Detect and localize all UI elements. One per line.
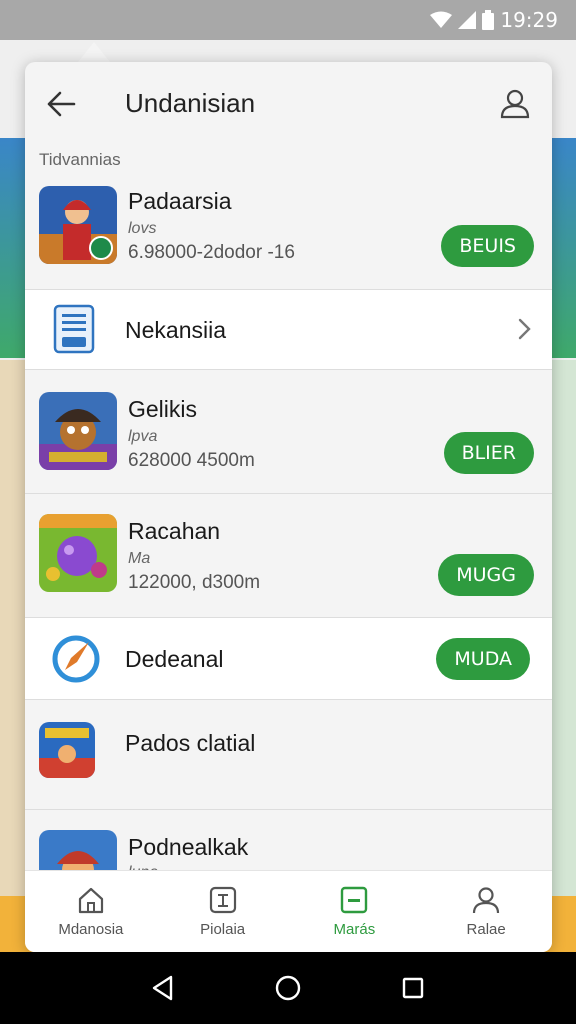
calculator-icon	[209, 886, 236, 914]
app-name: Pados clatial	[125, 730, 256, 756]
action-label: Dedeanal	[125, 646, 224, 672]
section-label: Tidvannias	[39, 150, 121, 169]
person-icon	[500, 89, 530, 119]
nav-label: Ralae	[466, 921, 506, 938]
list-item[interactable]: Padaarsia lovs 6.98000-2dodor -16 BEUIS	[25, 172, 552, 290]
minus-box-icon	[341, 886, 368, 914]
back-triangle-icon	[152, 975, 172, 1001]
status-time: 19:29	[500, 8, 558, 32]
home-icon	[78, 887, 103, 914]
signal-icon	[458, 11, 477, 29]
system-navigation-bar	[0, 952, 576, 1024]
panel-header: Undanisian	[25, 62, 552, 142]
puzzle-game-icon	[39, 514, 117, 592]
wifi-icon	[430, 11, 453, 28]
popover-notch	[78, 42, 110, 62]
nav-tab-profile[interactable]: Ralae	[420, 871, 552, 952]
recents-square-icon	[403, 977, 424, 999]
chevron-right-icon	[518, 318, 531, 340]
app-name: Padaarsia	[128, 188, 232, 214]
app-subtitle: Ma	[128, 550, 151, 567]
app-subtitle: lpva	[128, 428, 158, 445]
install-button[interactable]: BEUIS	[441, 225, 534, 267]
app-meta: 628000 4500m	[128, 450, 255, 471]
nav-label: Marás	[333, 921, 376, 938]
document-icon	[53, 304, 95, 354]
list-item[interactable]: Gelikis lpva 628000 4500m BLIER	[25, 370, 552, 494]
nav-label: Mdanosia	[58, 921, 124, 938]
app-meta: 122000, d300m	[128, 572, 261, 593]
app-subtitle: lovs	[128, 220, 157, 237]
nav-label: Piolaia	[200, 921, 246, 938]
action-button[interactable]: MUDA	[436, 638, 530, 680]
app-name: Gelikis	[128, 396, 198, 422]
app-list-panel: Undanisian Tidvannias Padaarsia lovs 6.9…	[25, 62, 552, 952]
app-name: Racahan	[128, 518, 221, 544]
system-home-button[interactable]	[268, 968, 308, 1008]
bottom-navigation: Mdanosia Piolaia Marás Ralae	[25, 870, 552, 952]
arcade-game-icon	[39, 722, 95, 778]
status-icons: 19:29	[430, 8, 558, 32]
app-name: Podnealkak	[128, 834, 249, 860]
list-item[interactable]: Podnealkak luna	[25, 810, 552, 908]
pirate-game-icon	[39, 392, 117, 470]
person-icon	[473, 887, 500, 914]
home-circle-icon	[275, 975, 301, 1001]
warrior-game-icon	[39, 186, 117, 264]
nav-tab-home[interactable]: Mdanosia	[25, 871, 157, 952]
background-left-strip	[0, 360, 26, 960]
background-right-strip	[550, 360, 576, 960]
battery-icon	[482, 10, 495, 30]
profile-button[interactable]	[496, 84, 534, 122]
list-item-action[interactable]: Dedeanal MUDA	[25, 618, 552, 700]
back-button[interactable]	[43, 86, 79, 122]
install-button[interactable]: MUGG	[438, 554, 534, 596]
nav-tab-active[interactable]: Marás	[289, 871, 421, 952]
nav-tab-calculator[interactable]: Piolaia	[157, 871, 289, 952]
app-meta: 6.98000-2dodor -16	[128, 242, 295, 263]
link-label: Nekansiia	[125, 317, 226, 343]
list-item[interactable]: Racahan Ma 122000, d300m MUGG	[25, 494, 552, 618]
status-bar: 19:29	[0, 0, 576, 40]
list-item[interactable]: Pados clatial	[25, 700, 552, 810]
install-button[interactable]: BLIER	[443, 432, 534, 474]
system-back-button[interactable]	[143, 968, 183, 1008]
system-recents-button[interactable]	[393, 968, 433, 1008]
page-title: Undanisian	[125, 88, 256, 118]
list-item-link[interactable]: Nekansiia	[25, 290, 552, 370]
arrow-left-icon	[47, 91, 76, 117]
compass-icon	[52, 635, 100, 683]
